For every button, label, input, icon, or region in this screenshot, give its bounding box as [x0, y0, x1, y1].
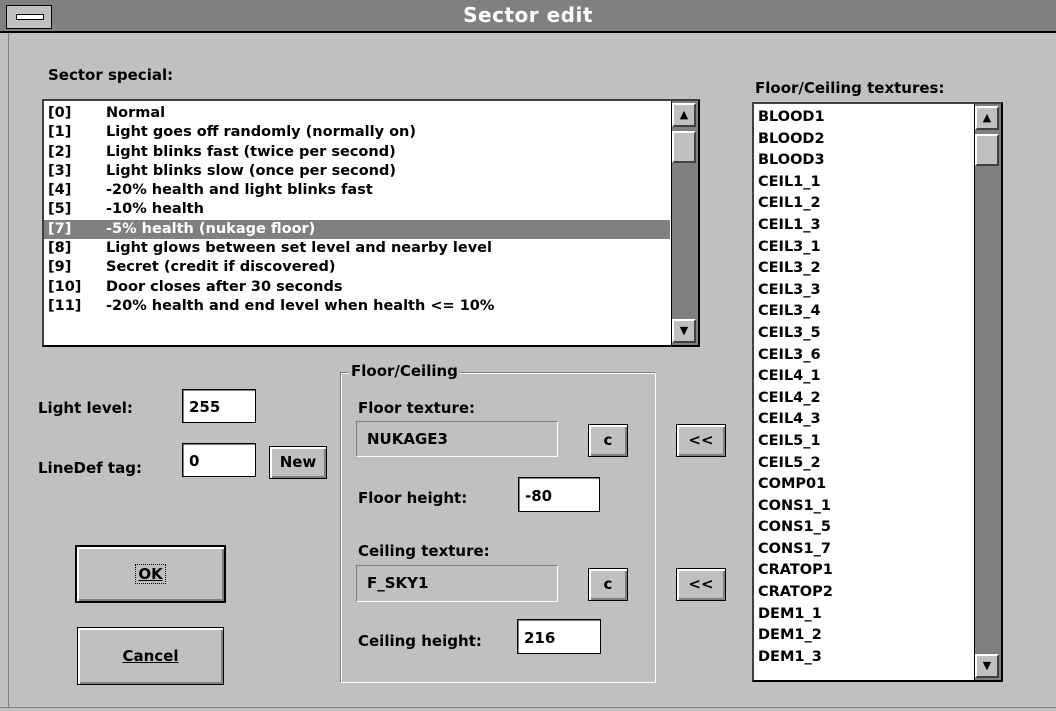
sector-special-item[interactable]: [7] -5% health (nukage floor) — [44, 219, 670, 240]
sector-special-code: [3] — [48, 162, 72, 179]
down-arrow-icon[interactable]: ▼ — [672, 319, 696, 343]
sector-special-code: [7] — [48, 220, 72, 237]
light-level-label: Light level: — [38, 399, 133, 417]
texture-list-item[interactable]: BLOOD3 — [754, 150, 973, 172]
textures-scrollbar[interactable]: ▲ ▼ — [974, 104, 1001, 680]
sector-special-text: -10% health — [106, 201, 204, 218]
sector-special-item[interactable]: [4] -20% health and light blinks fast — [44, 181, 670, 200]
sector-special-item[interactable]: [9] Secret (credit if discovered) — [44, 258, 670, 277]
sector-special-item[interactable]: [11] -20% health and end level when healt… — [44, 297, 670, 316]
sector-special-text: Door closes after 30 seconds — [106, 278, 343, 295]
ok-button-label: OK — [135, 564, 166, 584]
sector-special-text: Secret (credit if discovered) — [106, 259, 336, 276]
sector-special-item[interactable]: [10] Door closes after 30 seconds — [44, 278, 670, 297]
sector-special-text: Light goes off randomly (normally on) — [106, 124, 416, 141]
up-arrow-icon[interactable]: ▲ — [672, 103, 696, 127]
ok-button[interactable]: OK — [75, 545, 226, 603]
sector-special-item[interactable]: [3] Light blinks slow (once per second) — [44, 162, 670, 181]
cancel-button[interactable]: Cancel — [77, 627, 224, 685]
ceiling-height-input[interactable] — [517, 619, 601, 654]
texture-list-item[interactable]: CEIL4_2 — [754, 388, 973, 410]
floor-texture-c-button[interactable]: c — [588, 424, 628, 457]
sector-special-text: Light blinks fast (twice per second) — [106, 143, 396, 160]
ceiling-texture-label: Ceiling texture: — [358, 542, 490, 560]
texture-list-item[interactable]: CONS1_7 — [754, 539, 973, 561]
texture-list-item[interactable]: CEIL3_5 — [754, 323, 973, 345]
texture-list-item[interactable]: BLOOD1 — [754, 107, 973, 129]
floor-texture-field: NUKAGE3 — [356, 421, 558, 457]
floor-texture-label: Floor texture: — [358, 399, 476, 417]
texture-list-item[interactable]: CEIL3_4 — [754, 301, 973, 323]
textures-label: Floor/Ceiling textures: — [755, 79, 945, 97]
texture-list-item[interactable]: CEIL3_1 — [754, 237, 973, 259]
sector-special-text: -20% health and light blinks fast — [106, 182, 373, 199]
texture-list-item[interactable]: BLOOD2 — [754, 129, 973, 151]
textures-listbox[interactable]: BLOOD1 BLOOD2 BLOOD3 CEIL1_1 CEIL1_2 CEIL1_3 C… — [752, 102, 1003, 682]
texture-list-item[interactable]: CEIL3_2 — [754, 258, 973, 280]
linedef-tag-label: LineDef tag: — [38, 459, 142, 477]
sector-special-text: Light blinks slow (once per second) — [106, 162, 397, 179]
sector-special-text: Normal — [106, 105, 166, 121]
sector-special-text: -5% health (nukage floor) — [106, 220, 316, 237]
texture-list-item[interactable]: DEM1_3 — [754, 647, 973, 669]
sector-special-item[interactable]: [8] Light glows between set level and nea… — [44, 239, 670, 258]
sector-special-label: Sector special: — [48, 66, 174, 84]
sector-special-code: [2] — [48, 143, 72, 160]
sector-special-text: -20% health and end level when health <=… — [106, 297, 495, 314]
texture-list-item[interactable]: CONS1_5 — [754, 517, 973, 539]
texture-list-item[interactable]: CONS1_1 — [754, 496, 973, 518]
texture-list-item[interactable]: CEIL1_3 — [754, 215, 973, 237]
up-arrow-icon[interactable]: ▲ — [975, 106, 999, 130]
texture-list-item[interactable]: CEIL1_1 — [754, 172, 973, 194]
sector-special-item[interactable]: [1] Light goes off randomly (normally on) — [44, 123, 670, 142]
ceiling-texture-c-button[interactable]: c — [588, 568, 628, 601]
texture-list-item[interactable]: DEM1_2 — [754, 625, 973, 647]
sector-special-code: [1] — [48, 124, 72, 141]
sector-special-item[interactable]: [5] -10% health — [44, 200, 670, 219]
sector-special-code: [4] — [48, 182, 72, 199]
sector-special-scrollbar[interactable]: ▲ ▼ — [671, 101, 698, 345]
title-bar[interactable]: Sector edit — [0, 0, 1056, 33]
new-tag-button[interactable]: New — [269, 446, 327, 479]
sector-special-code: [0] — [48, 105, 72, 121]
sector-special-item[interactable]: [2] Light blinks fast (twice per second) — [44, 143, 670, 162]
scroll-thumb[interactable] — [975, 134, 999, 166]
floor-height-input[interactable] — [518, 477, 600, 512]
sector-special-code: [5] — [48, 201, 72, 218]
down-arrow-icon[interactable]: ▼ — [975, 654, 999, 678]
texture-list-item[interactable]: CEIL1_2 — [754, 193, 973, 215]
texture-list-item[interactable]: CEIL3_3 — [754, 280, 973, 302]
sector-special-code: [8] — [48, 240, 72, 257]
sector-edit-dialog: Sector edit Sector special: [0] Normal [1]… — [0, 0, 1056, 711]
sector-special-item[interactable]: [0] Normal — [44, 104, 670, 123]
cancel-button-label: Cancel — [122, 647, 179, 665]
ceiling-height-label: Ceiling height: — [358, 632, 482, 650]
linedef-tag-input[interactable] — [182, 443, 256, 477]
texture-list-item[interactable]: CRATOP1 — [754, 560, 973, 582]
sector-special-code: [11] — [48, 297, 82, 314]
ceiling-texture-field: F_SKY1 — [356, 565, 558, 602]
window-title: Sector edit — [463, 3, 593, 27]
scroll-thumb[interactable] — [672, 131, 696, 163]
texture-list-item[interactable]: CEIL4_3 — [754, 409, 973, 431]
floor-transfer-button[interactable]: << — [676, 424, 726, 457]
light-level-input[interactable] — [182, 389, 256, 423]
texture-list-item[interactable]: CEIL5_1 — [754, 431, 973, 453]
sector-special-listbox[interactable]: [0] Normal [1] Light goes off randomly (nor… — [42, 99, 700, 347]
floor-ceiling-group-title: Floor/Ceiling — [349, 362, 460, 380]
texture-list-item[interactable]: COMP01 — [754, 474, 973, 496]
sector-special-text: Light glows between set level and nearby… — [106, 240, 492, 257]
texture-list-item[interactable]: CRATOP2 — [754, 582, 973, 604]
texture-list-item[interactable]: CEIL4_1 — [754, 366, 973, 388]
texture-list-item[interactable]: DEM1_1 — [754, 604, 973, 626]
ceiling-transfer-button[interactable]: << — [676, 568, 726, 601]
texture-list-item[interactable]: CEIL3_6 — [754, 345, 973, 367]
floor-height-label: Floor height: — [358, 489, 468, 507]
sector-special-code: [10] — [48, 278, 82, 295]
sector-special-code: [9] — [48, 259, 72, 276]
texture-list-item[interactable]: CEIL5_2 — [754, 453, 973, 475]
